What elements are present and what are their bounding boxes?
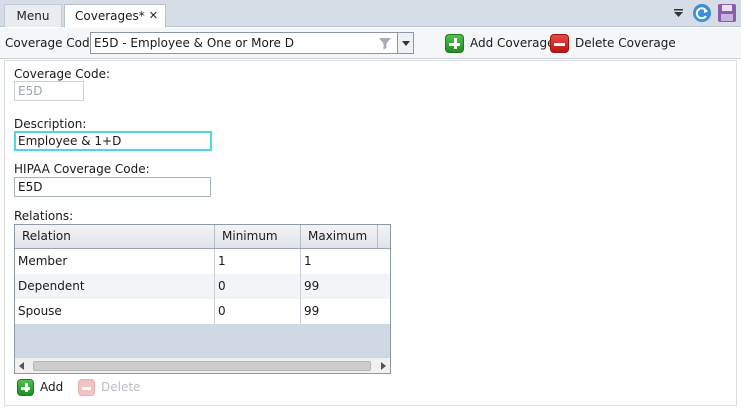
refresh-icon[interactable] — [692, 3, 712, 23]
delete-relation-button: Delete — [78, 378, 140, 396]
scroll-left-icon[interactable] — [19, 362, 24, 370]
delete-relation-label: Delete — [101, 380, 141, 394]
cell-relation: Member — [15, 249, 215, 274]
tab-coverages[interactable]: Coverages* ✕ — [64, 4, 166, 28]
cell-relation: Dependent — [15, 274, 215, 299]
cell-maximum: 99 — [304, 279, 320, 293]
hipaa-coverage-code-field[interactable]: E5D — [14, 177, 211, 197]
coverage-code-toolbar-label: Coverage Code: — [5, 36, 102, 50]
horizontal-scrollbar[interactable] — [15, 357, 390, 373]
relations-label: Relations: — [14, 209, 74, 223]
delete-minus-icon — [550, 33, 569, 53]
coverage-code-label: Coverage Code: — [14, 67, 111, 81]
coverage-code-combobox-value: E5D - Employee & One or More D — [94, 36, 294, 50]
save-disk-icon[interactable] — [717, 3, 737, 23]
add-relation-label: Add — [40, 380, 64, 394]
grid-header: Relation Minimum Maximum — [15, 225, 390, 249]
scroll-right-icon[interactable] — [381, 362, 386, 370]
chevron-down-icon[interactable] — [397, 33, 413, 53]
filter-funnel-icon[interactable] — [377, 35, 393, 51]
dropdown-arrow-icon[interactable] — [674, 9, 683, 17]
add-coverage-label: Add Coverage — [470, 36, 555, 50]
close-icon[interactable]: ✕ — [149, 5, 158, 27]
relations-grid[interactable]: Relation Minimum Maximum Member 1 1 Depe… — [14, 224, 391, 374]
description-label: Description: — [14, 117, 87, 131]
delete-minus-icon — [78, 378, 95, 396]
table-row[interactable]: Spouse 0 99 — [15, 299, 390, 324]
coverage-code-combobox[interactable]: E5D - Employee & One or More D — [90, 32, 414, 54]
delete-coverage-label: Delete Coverage — [575, 36, 676, 50]
toolbar: Coverage Code: E5D - Employee & One or M… — [0, 28, 741, 59]
cell-maximum: 1 — [304, 254, 312, 268]
add-coverage-button[interactable]: Add Coverage — [445, 33, 555, 53]
cell-maximum: 99 — [304, 304, 320, 318]
column-header-minimum[interactable]: Minimum — [215, 225, 301, 248]
cell-minimum: 0 — [215, 274, 301, 299]
delete-coverage-button[interactable]: Delete Coverage — [550, 33, 676, 53]
column-header-maximum[interactable]: Maximum — [301, 225, 378, 248]
add-relation-button[interactable]: Add — [17, 378, 63, 396]
table-row[interactable]: Member 1 1 — [15, 249, 390, 274]
cell-minimum: 1 — [215, 249, 301, 274]
tab-bar: Menu Coverages* ✕ — [0, 0, 741, 28]
column-header-relation[interactable]: Relation — [15, 225, 215, 248]
tab-menu[interactable]: Menu — [4, 4, 62, 27]
cell-relation: Spouse — [15, 299, 215, 324]
table-row[interactable]: Dependent 0 99 — [15, 274, 390, 299]
coverage-code-field: E5D — [14, 81, 84, 101]
cell-minimum: 0 — [215, 299, 301, 324]
hipaa-coverage-code-label: HIPAA Coverage Code: — [14, 162, 150, 176]
description-field[interactable]: Employee & 1+D — [14, 131, 212, 151]
add-plus-icon — [17, 378, 34, 396]
tab-coverages-label: Coverages* — [75, 9, 145, 23]
add-plus-icon — [445, 33, 464, 53]
scrollbar-thumb[interactable] — [33, 361, 371, 371]
